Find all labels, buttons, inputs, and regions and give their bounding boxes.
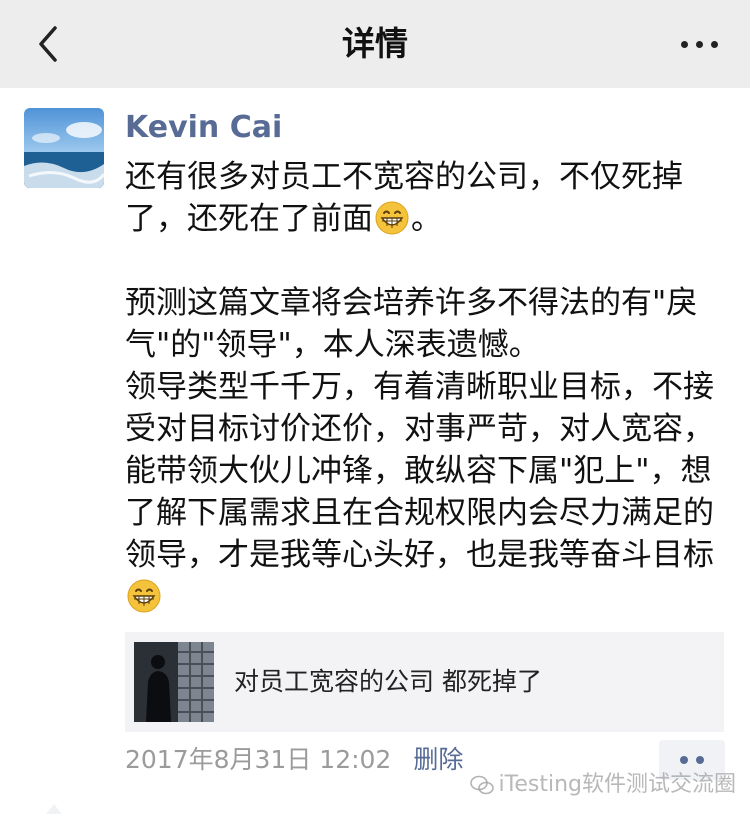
post-paragraph: 预测这篇文章将会培养许多不得法的有"戾气"的"领导"，本人深表遗憾。 [125,285,698,363]
wechat-logo-icon [469,775,494,795]
post-paragraph: 还有很多对员工不宽容的公司，不仅死掉了，还死在了前面。 [125,159,683,237]
more-dots-icon [680,40,688,48]
post-timestamp: 2017年8月31日 12:02 [125,745,392,774]
grin-emoji-icon [127,579,161,613]
post-paragraph: 领导类型千千万，有着清晰职业目标，不接受对目标讨价还价，对事严苛，对人宽容，能带… [125,366,725,618]
delete-button[interactable]: 删除 [413,744,463,776]
watermark: iTesting软件测试交流圈 [469,768,736,802]
comment-caret-icon [46,804,62,814]
more-dots-icon [680,756,688,764]
page-title: 详情 [342,24,408,63]
grin-emoji-icon [375,201,409,235]
article-title: 对员工宽容的公司 都死掉了 [234,667,542,696]
avatar[interactable] [24,108,104,188]
author-name[interactable]: Kevin Cai [125,108,282,148]
shared-article-card[interactable]: 对员工宽容的公司 都死掉了 [125,632,724,732]
post-meta: 2017年8月31日 12:02 删除 [125,744,463,776]
article-thumbnail [134,642,214,722]
post-body: 还有很多对员工不宽容的公司，不仅死掉了，还死在了前面。 预测这篇文章将会培养许多… [125,156,725,618]
more-button[interactable] [674,26,724,62]
navbar: 详情 [0,0,750,88]
avatar-image [24,108,104,188]
